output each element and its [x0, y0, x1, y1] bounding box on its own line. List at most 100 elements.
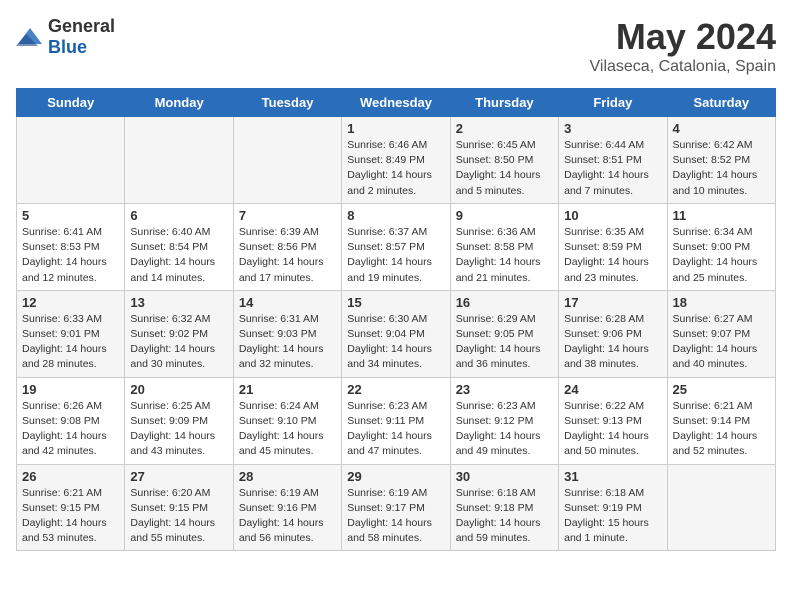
day-number: 16: [456, 295, 553, 310]
day-number: 4: [673, 121, 770, 136]
calendar-cell: 28 Sunrise: 6:19 AMSunset: 9:16 PMDayligh…: [233, 464, 341, 551]
day-number: 22: [347, 382, 444, 397]
calendar-cell: 4 Sunrise: 6:42 AMSunset: 8:52 PMDaylight…: [667, 117, 775, 204]
day-number: 20: [130, 382, 227, 397]
calendar-cell: 5 Sunrise: 6:41 AMSunset: 8:53 PMDaylight…: [17, 203, 125, 290]
cell-content: Sunrise: 6:29 AMSunset: 9:05 PMDaylight:…: [456, 312, 553, 373]
day-number: 29: [347, 469, 444, 484]
day-number: 15: [347, 295, 444, 310]
calendar-cell: 23 Sunrise: 6:23 AMSunset: 9:12 PMDayligh…: [450, 377, 558, 464]
week-row-5: 26 Sunrise: 6:21 AMSunset: 9:15 PMDayligh…: [17, 464, 776, 551]
day-number: 19: [22, 382, 119, 397]
day-header-thursday: Thursday: [450, 89, 558, 117]
day-number: 8: [347, 208, 444, 223]
day-number: 5: [22, 208, 119, 223]
calendar-cell: 20 Sunrise: 6:25 AMSunset: 9:09 PMDayligh…: [125, 377, 233, 464]
calendar-table: SundayMondayTuesdayWednesdayThursdayFrid…: [16, 88, 776, 551]
cell-content: Sunrise: 6:25 AMSunset: 9:09 PMDaylight:…: [130, 399, 227, 460]
day-number: 9: [456, 208, 553, 223]
day-number: 1: [347, 121, 444, 136]
cell-content: Sunrise: 6:35 AMSunset: 8:59 PMDaylight:…: [564, 225, 661, 286]
day-number: 18: [673, 295, 770, 310]
day-header-wednesday: Wednesday: [342, 89, 450, 117]
cell-content: Sunrise: 6:39 AMSunset: 8:56 PMDaylight:…: [239, 225, 336, 286]
calendar-cell: 24 Sunrise: 6:22 AMSunset: 9:13 PMDayligh…: [559, 377, 667, 464]
day-number: 25: [673, 382, 770, 397]
calendar-cell: 13 Sunrise: 6:32 AMSunset: 9:02 PMDayligh…: [125, 290, 233, 377]
day-header-monday: Monday: [125, 89, 233, 117]
calendar-cell: 26 Sunrise: 6:21 AMSunset: 9:15 PMDayligh…: [17, 464, 125, 551]
cell-content: Sunrise: 6:31 AMSunset: 9:03 PMDaylight:…: [239, 312, 336, 373]
day-number: 6: [130, 208, 227, 223]
cell-content: Sunrise: 6:44 AMSunset: 8:51 PMDaylight:…: [564, 138, 661, 199]
day-number: 26: [22, 469, 119, 484]
calendar-cell: 27Sunrise: 6:20 AMSunset: 9:15 PMDayligh…: [125, 464, 233, 551]
cell-content: Sunrise: 6:30 AMSunset: 9:04 PMDaylight:…: [347, 312, 444, 373]
cell-content: Sunrise: 6:24 AMSunset: 9:10 PMDaylight:…: [239, 399, 336, 460]
cell-content: Sunrise: 6:36 AMSunset: 8:58 PMDaylight:…: [456, 225, 553, 286]
main-title: May 2024: [590, 16, 777, 58]
calendar-cell: 18 Sunrise: 6:27 AMSunset: 9:07 PMDayligh…: [667, 290, 775, 377]
calendar-cell: 16 Sunrise: 6:29 AMSunset: 9:05 PMDayligh…: [450, 290, 558, 377]
cell-content: Sunrise: 6:23 AMSunset: 9:12 PMDaylight:…: [456, 399, 553, 460]
day-number: 3: [564, 121, 661, 136]
cell-content: Sunrise: 6:34 AMSunset: 9:00 PMDaylight:…: [673, 225, 770, 286]
calendar-cell: [125, 117, 233, 204]
day-header-saturday: Saturday: [667, 89, 775, 117]
cell-content: Sunrise: 6:26 AMSunset: 9:08 PMDaylight:…: [22, 399, 119, 460]
day-number: 30: [456, 469, 553, 484]
subtitle: Vilaseca, Catalonia, Spain: [590, 58, 777, 76]
day-number: 14: [239, 295, 336, 310]
calendar-cell: 1 Sunrise: 6:46 AMSunset: 8:49 PMDaylight…: [342, 117, 450, 204]
calendar-cell: 22 Sunrise: 6:23 AMSunset: 9:11 PMDayligh…: [342, 377, 450, 464]
cell-content: Sunrise: 6:22 AMSunset: 9:13 PMDaylight:…: [564, 399, 661, 460]
calendar-cell: 30Sunrise: 6:18 AMSunset: 9:18 PMDayligh…: [450, 464, 558, 551]
day-number: 24: [564, 382, 661, 397]
cell-content: Sunrise: 6:42 AMSunset: 8:52 PMDaylight:…: [673, 138, 770, 199]
cell-content: Sunrise: 6:27 AMSunset: 9:07 PMDaylight:…: [673, 312, 770, 373]
calendar-cell: 17Sunrise: 6:28 AMSunset: 9:06 PMDayligh…: [559, 290, 667, 377]
logo-text: General Blue: [48, 16, 115, 58]
calendar-cell: 21 Sunrise: 6:24 AMSunset: 9:10 PMDayligh…: [233, 377, 341, 464]
day-header-tuesday: Tuesday: [233, 89, 341, 117]
logo-icon: [16, 26, 44, 48]
cell-content: Sunrise: 6:19 AMSunset: 9:17 PMDaylight:…: [347, 486, 444, 547]
calendar-cell: [17, 117, 125, 204]
calendar-cell: 29 Sunrise: 6:19 AMSunset: 9:17 PMDayligh…: [342, 464, 450, 551]
cell-content: Sunrise: 6:40 AMSunset: 8:54 PMDaylight:…: [130, 225, 227, 286]
week-row-2: 5 Sunrise: 6:41 AMSunset: 8:53 PMDaylight…: [17, 203, 776, 290]
week-row-3: 12 Sunrise: 6:33 AMSunset: 9:01 PMDayligh…: [17, 290, 776, 377]
title-area: May 2024 Vilaseca, Catalonia, Spain: [590, 16, 777, 76]
calendar-cell: 7 Sunrise: 6:39 AMSunset: 8:56 PMDaylight…: [233, 203, 341, 290]
calendar-cell: [233, 117, 341, 204]
day-number: 17: [564, 295, 661, 310]
cell-content: Sunrise: 6:20 AMSunset: 9:15 PMDaylight:…: [130, 486, 227, 547]
day-number: 13: [130, 295, 227, 310]
cell-content: Sunrise: 6:18 AMSunset: 9:19 PMDaylight:…: [564, 486, 661, 547]
day-number: 12: [22, 295, 119, 310]
cell-content: Sunrise: 6:23 AMSunset: 9:11 PMDaylight:…: [347, 399, 444, 460]
week-row-1: 1 Sunrise: 6:46 AMSunset: 8:49 PMDaylight…: [17, 117, 776, 204]
day-number: 28: [239, 469, 336, 484]
day-number: 10: [564, 208, 661, 223]
calendar-cell: 3 Sunrise: 6:44 AMSunset: 8:51 PMDaylight…: [559, 117, 667, 204]
day-number: 7: [239, 208, 336, 223]
cell-content: Sunrise: 6:33 AMSunset: 9:01 PMDaylight:…: [22, 312, 119, 373]
calendar-cell: 8Sunrise: 6:37 AMSunset: 8:57 PMDaylight…: [342, 203, 450, 290]
calendar-cell: 2Sunrise: 6:45 AMSunset: 8:50 PMDaylight…: [450, 117, 558, 204]
cell-content: Sunrise: 6:46 AMSunset: 8:49 PMDaylight:…: [347, 138, 444, 199]
cell-content: Sunrise: 6:21 AMSunset: 9:14 PMDaylight:…: [673, 399, 770, 460]
logo: General Blue: [16, 16, 115, 58]
calendar-cell: 9 Sunrise: 6:36 AMSunset: 8:58 PMDaylight…: [450, 203, 558, 290]
cell-content: Sunrise: 6:45 AMSunset: 8:50 PMDaylight:…: [456, 138, 553, 199]
logo-blue: Blue: [48, 37, 87, 57]
day-number: 31: [564, 469, 661, 484]
cell-content: Sunrise: 6:21 AMSunset: 9:15 PMDaylight:…: [22, 486, 119, 547]
cell-content: Sunrise: 6:19 AMSunset: 9:16 PMDaylight:…: [239, 486, 336, 547]
cell-content: Sunrise: 6:32 AMSunset: 9:02 PMDaylight:…: [130, 312, 227, 373]
cell-content: Sunrise: 6:41 AMSunset: 8:53 PMDaylight:…: [22, 225, 119, 286]
day-number: 23: [456, 382, 553, 397]
day-number: 11: [673, 208, 770, 223]
day-number: 21: [239, 382, 336, 397]
calendar-cell: 11 Sunrise: 6:34 AMSunset: 9:00 PMDayligh…: [667, 203, 775, 290]
